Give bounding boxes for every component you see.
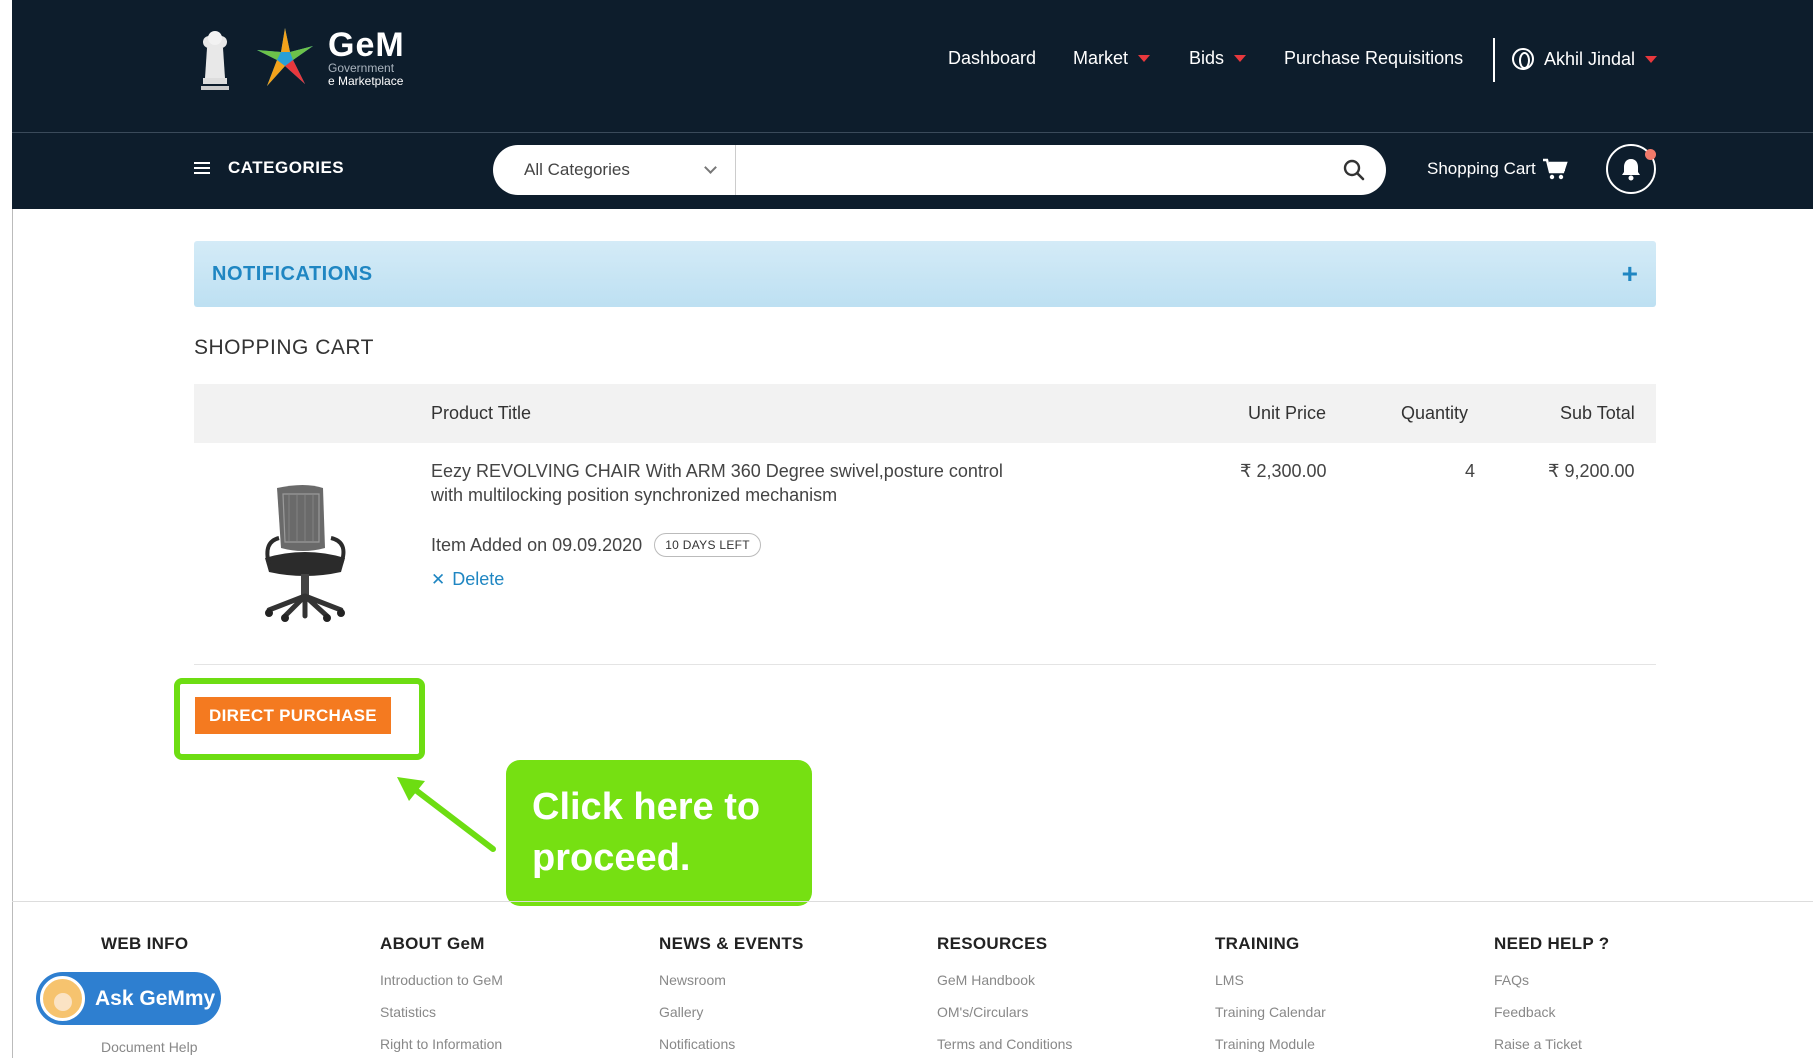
- footer-link[interactable]: OM's/Circulars: [937, 1004, 1072, 1036]
- categories-label: CATEGORIES: [228, 158, 345, 177]
- item-added-date: Item Added on 09.09.2020: [431, 534, 643, 555]
- instruction-callout: Click here to proceed.: [506, 760, 812, 906]
- footer-link[interactable]: Newsroom: [659, 972, 804, 1004]
- nav-dashboard[interactable]: Dashboard: [948, 48, 1036, 69]
- gem-star-logo-icon[interactable]: [255, 26, 315, 88]
- nav-dashboard-label: Dashboard: [948, 48, 1037, 68]
- search-box: All Categories: [493, 145, 1386, 195]
- nav-bids[interactable]: Bids: [1189, 48, 1247, 69]
- hamburger-icon: [194, 162, 210, 174]
- footer-link[interactable]: Raise a Ticket: [1494, 1036, 1609, 1058]
- sub-total-value: ₹ 9,200.00: [1548, 461, 1635, 481]
- row-divider: [194, 664, 1656, 665]
- categories-menu[interactable]: CATEGORIES: [194, 158, 344, 178]
- footer-column-training: TRAINING LMS Training Calendar Training …: [1215, 934, 1326, 1058]
- nav-purchase-requisitions[interactable]: Purchase Requisitions: [1284, 48, 1463, 69]
- nav-divider: [1493, 38, 1495, 82]
- footer-link[interactable]: Statistics: [380, 1004, 503, 1036]
- brand-subtitle-2: e Marketplace: [328, 74, 404, 88]
- notifications-panel[interactable]: NOTIFICATIONS +: [194, 241, 1656, 307]
- footer-heading: NEWS & EVENTS: [659, 934, 804, 953]
- column-header-quantity: Quantity: [1401, 403, 1469, 423]
- notifications-bell[interactable]: [1606, 144, 1656, 194]
- footer-link[interactable]: Terms and Conditions: [937, 1036, 1072, 1058]
- brand-name: GeM: [328, 26, 405, 64]
- footer-link[interactable]: LMS: [1215, 972, 1326, 1004]
- footer-link[interactable]: FAQs: [1494, 972, 1609, 1004]
- column-header-unit-price: Unit Price: [1248, 403, 1327, 423]
- cart-icon: [1542, 158, 1568, 180]
- page-title: SHOPPING CART: [194, 336, 374, 359]
- footer-heading: NEED HELP ?: [1494, 934, 1610, 953]
- footer-column-resources: RESOURCES GeM Handbook OM's/Circulars Te…: [937, 934, 1072, 1058]
- user-name: Akhil Jindal: [1544, 48, 1636, 69]
- caret-down-icon: [1234, 55, 1247, 62]
- nav-market[interactable]: Market: [1073, 48, 1151, 69]
- footer-divider: [12, 901, 1813, 902]
- footer-column-web-info: WEB INFO: [101, 934, 188, 972]
- unit-price-value: ₹ 2,300.00: [1240, 461, 1327, 481]
- notification-badge: [1645, 149, 1656, 160]
- bell-icon: [1622, 159, 1640, 181]
- shopping-cart-link[interactable]: Shopping Cart: [1427, 158, 1568, 180]
- footer-heading: WEB INFO: [101, 934, 189, 953]
- footer-column-help: NEED HELP ? FAQs Feedback Raise a Ticket: [1494, 934, 1609, 1058]
- ask-gemmy-label: Ask GeMmy: [95, 986, 216, 1010]
- caret-down-icon: [1138, 55, 1151, 62]
- footer-link[interactable]: GeM Handbook: [937, 972, 1072, 1004]
- search-icon[interactable]: [1343, 159, 1365, 181]
- callout-line-1: Click here to: [532, 786, 761, 828]
- cart-table-header: Product Title Unit Price Quantity Sub To…: [194, 384, 1656, 443]
- category-select-value: All Categories: [524, 160, 630, 179]
- item-added-info: Item Added on 09.09.2020 10 DAYS LEFT: [431, 533, 761, 557]
- footer-link[interactable]: Right to Information: [380, 1036, 503, 1058]
- brand-text[interactable]: GeM Government e Marketplace: [328, 28, 405, 88]
- arrow-icon: [397, 777, 496, 852]
- footer-column-news: NEWS & EVENTS Newsroom Gallery Notificat…: [659, 934, 804, 1058]
- category-select[interactable]: All Categories: [493, 145, 736, 195]
- assistant-avatar-icon: [40, 976, 85, 1021]
- column-header-sub-total: Sub Total: [1560, 403, 1635, 423]
- direct-purchase-button[interactable]: DIRECT PURCHASE: [195, 697, 391, 734]
- notifications-title: NOTIFICATIONS: [212, 262, 373, 285]
- search-input[interactable]: [738, 150, 1318, 190]
- shopping-cart-label: Shopping Cart: [1427, 159, 1536, 178]
- user-icon: [1512, 48, 1534, 70]
- footer-link[interactable]: Notifications: [659, 1036, 804, 1058]
- footer-link[interactable]: Gallery: [659, 1004, 804, 1036]
- column-header-product: Product Title: [431, 403, 532, 423]
- footer-link[interactable]: Training Calendar: [1215, 1004, 1326, 1036]
- product-image-chair[interactable]: [255, 482, 355, 622]
- days-left-badge: 10 DAYS LEFT: [654, 533, 761, 557]
- national-emblem-icon: [201, 31, 229, 90]
- delete-label: Delete: [452, 569, 505, 589]
- delete-item-button[interactable]: ✕ Delete: [431, 569, 504, 590]
- user-menu[interactable]: Akhil Jindal: [1512, 48, 1658, 70]
- close-icon: ✕: [431, 569, 446, 589]
- nav-purchase-requisitions-label: Purchase Requisitions: [1284, 48, 1464, 68]
- chevron-down-icon: [704, 161, 717, 174]
- footer-link[interactable]: Training Module: [1215, 1036, 1326, 1058]
- footer-heading: TRAINING: [1215, 934, 1300, 953]
- callout-line-2: proceed.: [532, 837, 691, 879]
- footer-link[interactable]: Feedback: [1494, 1004, 1609, 1036]
- product-title-link[interactable]: Eezy REVOLVING CHAIR With ARM 360 Degree…: [431, 459, 1021, 507]
- footer-link[interactable]: Introduction to GeM: [380, 972, 503, 1004]
- footer-heading: ABOUT GeM: [380, 934, 485, 953]
- nav-bids-label: Bids: [1189, 48, 1225, 68]
- document-help-link[interactable]: Document Help: [101, 1039, 198, 1055]
- footer-column-about: ABOUT GeM Introduction to GeM Statistics…: [380, 934, 503, 1058]
- ask-gemmy-button[interactable]: Ask GeMmy: [36, 972, 221, 1025]
- caret-down-icon: [1645, 55, 1658, 63]
- nav-market-label: Market: [1073, 48, 1129, 68]
- quantity-value: 4: [1465, 461, 1476, 481]
- expand-plus-icon[interactable]: +: [1622, 260, 1638, 288]
- footer-heading: RESOURCES: [937, 934, 1048, 953]
